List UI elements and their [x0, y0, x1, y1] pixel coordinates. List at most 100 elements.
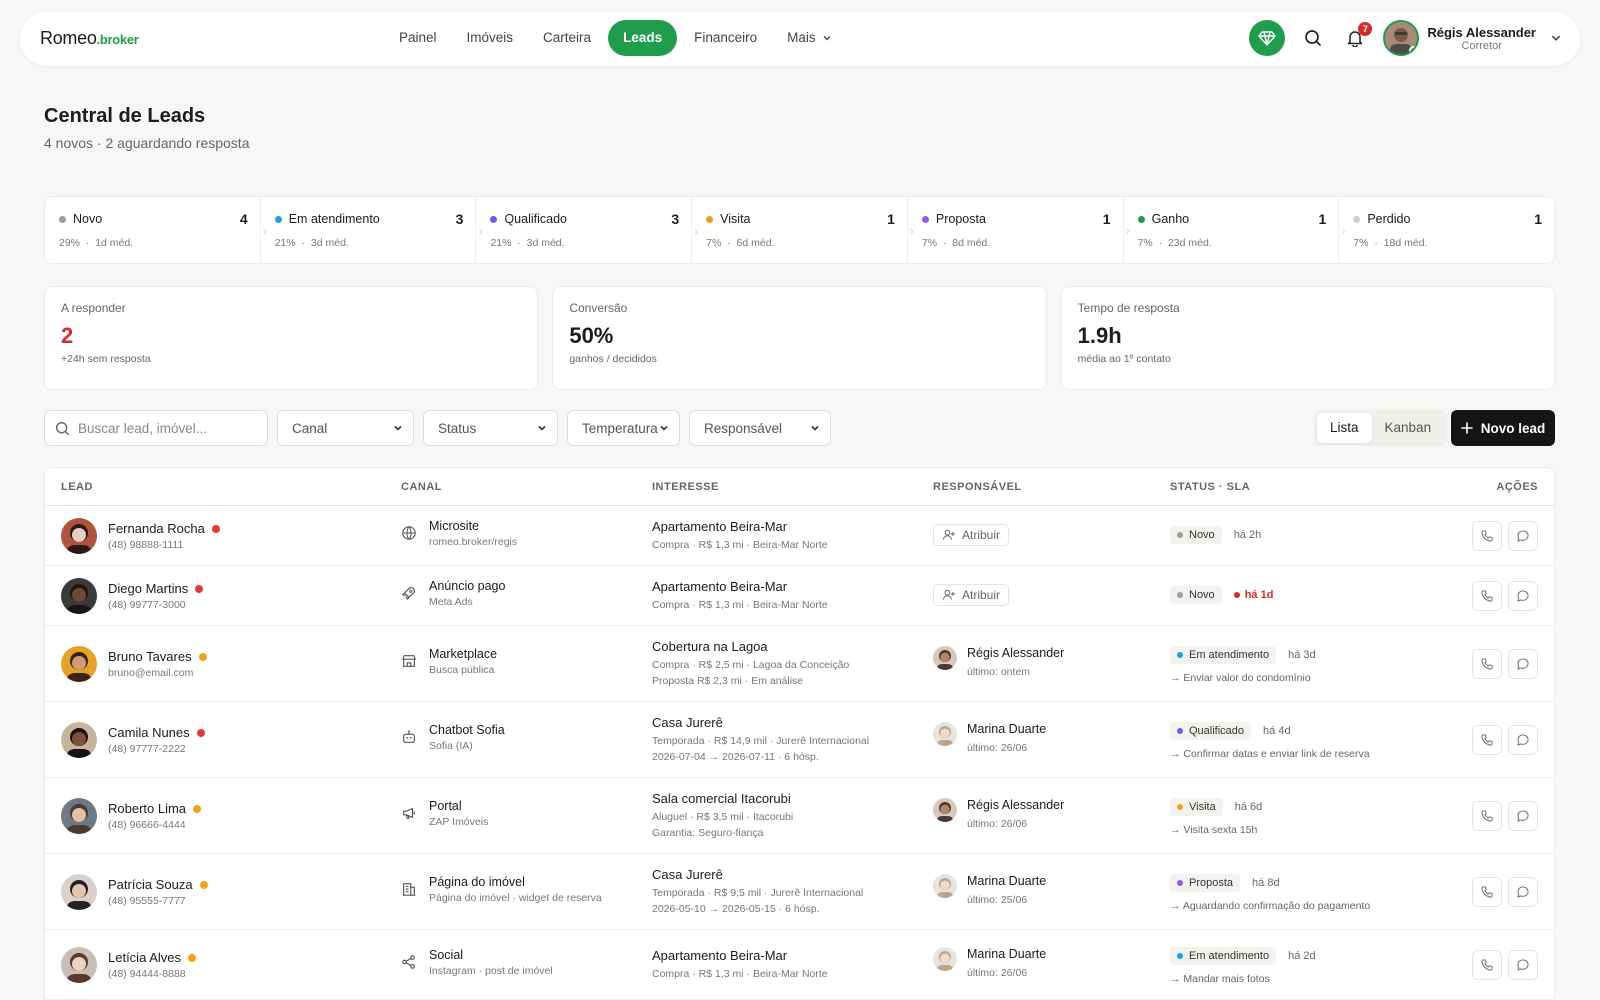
table-row[interactable]: Patrícia Souza (48) 95555-7777 Página do… — [45, 854, 1554, 930]
assignee-last: último: 26/06 — [967, 967, 1028, 979]
call-button[interactable] — [1472, 725, 1502, 755]
interest-title[interactable]: Sala comercial Itacorubi — [652, 791, 793, 806]
table-row[interactable]: Roberto Lima (48) 96666-4444 Portal ZAP … — [45, 778, 1554, 854]
brand-logo[interactable]: Romeo.broker — [40, 28, 139, 49]
status-badge[interactable]: Novo — [1170, 526, 1222, 544]
temperature-select[interactable]: Temperatura — [567, 410, 680, 446]
sla-time: há 2h — [1234, 529, 1262, 541]
interest-title[interactable]: Casa Jurerê — [652, 867, 863, 882]
premium-gem-button[interactable] — [1249, 20, 1286, 56]
message-button[interactable] — [1508, 581, 1538, 611]
nav-item-imoveis[interactable]: Imóveis — [454, 20, 527, 56]
temperature-dot — [199, 880, 208, 889]
status-badge[interactable]: Proposta — [1170, 874, 1241, 892]
interest-title[interactable]: Apartamento Beira-Mar — [652, 948, 828, 963]
table-row[interactable]: Diego Martins (48) 99777-3000 Anúncio pa… — [45, 566, 1554, 626]
lead-name[interactable]: Bruno Tavares — [108, 649, 207, 664]
interest-detail: Compra · R$ 1,3 mi · Beira-Mar Norte — [652, 539, 828, 551]
building-icon — [401, 881, 419, 899]
pipeline-stage[interactable]: Ganho 1 7% · 23d méd. › — [1124, 197, 1346, 263]
message-button[interactable] — [1508, 725, 1538, 755]
pipeline-stage[interactable]: Novo 4 29% · 1d méd. › — [45, 197, 267, 263]
nav-item-financeiro[interactable]: Financeiro — [681, 20, 770, 56]
call-button[interactable] — [1472, 877, 1502, 907]
stage-dot — [1353, 215, 1361, 223]
header-status[interactable]: STATUS · SLA — [1170, 481, 1250, 493]
assignee-avatar — [933, 646, 957, 670]
table-row[interactable]: Camila Nunes (48) 97777-2222 Chatbot Sof… — [45, 702, 1554, 778]
message-button[interactable] — [1508, 950, 1538, 980]
call-button[interactable] — [1472, 649, 1502, 679]
call-button[interactable] — [1472, 801, 1502, 831]
interest-title[interactable]: Cobertura na Lagoa — [652, 639, 849, 654]
chat-icon — [1517, 590, 1529, 602]
search-button[interactable] — [1299, 24, 1327, 52]
nav-item-carteira[interactable]: Carteira — [530, 20, 604, 56]
assignee-last: último: 26/06 — [967, 818, 1028, 830]
lead-name[interactable]: Letícia Alves — [108, 950, 196, 965]
sla-time: há 4d — [1263, 725, 1291, 737]
lead-name-text: Roberto Lima — [108, 801, 187, 816]
assign-label: Atribuir — [962, 528, 1001, 542]
pipeline-stage[interactable]: Qualificado 3 21% · 3d méd. › — [476, 197, 699, 263]
assign-button[interactable]: Atribuir — [933, 524, 1010, 546]
lead-name[interactable]: Camila Nunes — [108, 725, 205, 740]
view-kanban-button[interactable]: Kanban — [1372, 413, 1445, 443]
sla-time-text: há 4d — [1263, 725, 1291, 737]
header-interest[interactable]: INTERESSE — [652, 481, 719, 493]
message-button[interactable] — [1508, 649, 1538, 679]
header-channel[interactable]: CANAL — [401, 481, 442, 493]
pipeline-stage[interactable]: Visita 1 7% · 6d méd. › — [692, 197, 914, 263]
assignee[interactable]: Marina Duarte último: 26/06 — [933, 947, 1046, 979]
call-button[interactable] — [1472, 581, 1502, 611]
assignee[interactable]: Marina Duarte último: 26/06 — [933, 722, 1046, 754]
status-badge[interactable]: Em atendimento — [1170, 947, 1277, 965]
status-badge[interactable]: Qualificado — [1170, 722, 1252, 740]
user-info: Régis Alessander Corretor — [1427, 25, 1536, 52]
new-lead-button[interactable]: Novo lead — [1451, 410, 1555, 446]
assignee[interactable]: Régis Alessander último: ontem — [933, 646, 1064, 678]
interest-title[interactable]: Apartamento Beira-Mar — [652, 519, 828, 534]
message-button[interactable] — [1508, 801, 1538, 831]
assignee-select[interactable]: Responsável — [689, 410, 831, 446]
pipeline-stage[interactable]: Perdido 1 7% · 18d méd. — [1339, 197, 1554, 263]
status-badge[interactable]: Visita — [1170, 798, 1223, 816]
user-menu[interactable]: Régis Alessander Corretor — [1383, 20, 1562, 56]
status-select[interactable]: Status — [423, 410, 558, 446]
stage-header: Proposta 1 — [921, 211, 1111, 227]
assign-button[interactable]: Atribuir — [933, 584, 1010, 606]
notifications-button[interactable]: 7 — [1341, 22, 1373, 52]
message-button[interactable] — [1508, 877, 1538, 907]
status-badge[interactable]: Novo — [1170, 586, 1222, 604]
channel-name: Chatbot Sofia — [429, 723, 505, 737]
lead-name[interactable]: Diego Martins — [108, 581, 204, 596]
pipeline-stage[interactable]: Proposta 1 7% · 8d méd. › — [908, 197, 1130, 263]
lead-name[interactable]: Fernanda Rocha — [108, 521, 220, 536]
stage-pct: 21% — [274, 237, 296, 249]
nav-item-painel[interactable]: Painel — [386, 20, 450, 56]
channel-select[interactable]: Canal — [277, 410, 414, 446]
interest-title[interactable]: Casa Jurerê — [652, 715, 869, 730]
lead-name[interactable]: Roberto Lima — [108, 801, 202, 816]
table-row[interactable]: Bruno Tavares bruno@email.com Marketplac… — [45, 626, 1554, 702]
call-button[interactable] — [1472, 950, 1502, 980]
nav-item-leads[interactable]: Leads — [608, 20, 678, 56]
stage-label: Perdido — [1367, 212, 1411, 226]
search-input[interactable]: Buscar lead, imóvel... — [44, 410, 268, 446]
view-list-button[interactable]: Lista — [1317, 413, 1372, 443]
status-badge[interactable]: Em atendimento — [1170, 646, 1277, 664]
call-button[interactable] — [1472, 521, 1502, 551]
header-assignee[interactable]: RESPONSÁVEL — [933, 481, 1022, 493]
pipeline-stage[interactable]: Em atendimento 3 21% · 3d méd. › — [261, 197, 483, 263]
header-lead[interactable]: LEAD — [61, 481, 93, 493]
interest-title[interactable]: Apartamento Beira-Mar — [652, 579, 828, 594]
lead-name[interactable]: Patrícia Souza — [108, 877, 208, 892]
table-row[interactable]: Fernanda Rocha (48) 98888-1111 Microsite… — [45, 506, 1554, 566]
message-button[interactable] — [1508, 521, 1538, 551]
assignee[interactable]: Régis Alessander último: 26/06 — [933, 798, 1064, 830]
table-row[interactable]: Letícia Alves (48) 94444-8888 Social Ins… — [45, 930, 1554, 1000]
assignee[interactable]: Marina Duarte último: 25/06 — [933, 874, 1046, 906]
nav-item-mais[interactable]: Mais — [774, 20, 845, 56]
interest-detail: Temporada · R$ 14,9 mil · Jurerê Interna… — [652, 735, 870, 747]
status-label: Em atendimento — [1189, 950, 1270, 962]
